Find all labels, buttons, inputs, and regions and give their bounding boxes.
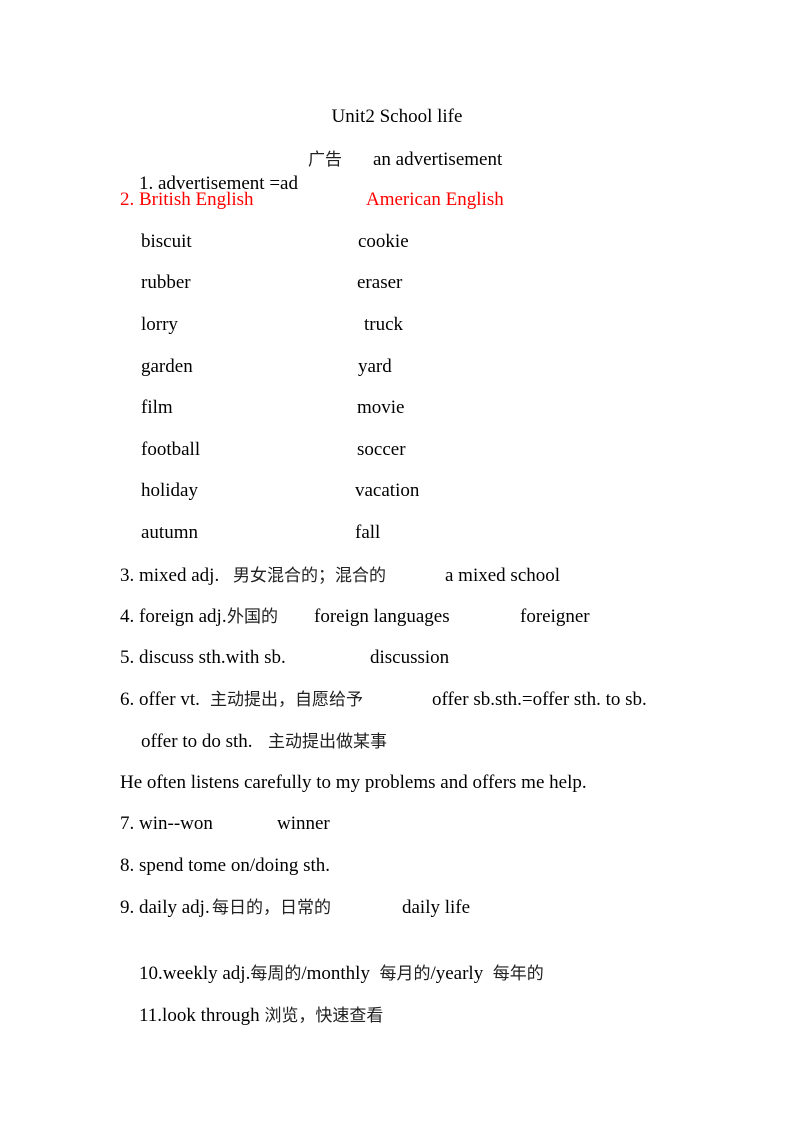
item-3-example: a mixed school bbox=[445, 565, 561, 586]
item-4-cn: 外国的 bbox=[227, 607, 278, 627]
item-9-example: daily life bbox=[402, 897, 471, 918]
american-word: eraser bbox=[357, 272, 403, 293]
item-5-term: 5. discuss sth.with sb. bbox=[120, 647, 286, 668]
item-1-cn: 广告 bbox=[308, 150, 342, 170]
american-word: cookie bbox=[358, 231, 409, 252]
american-word: movie bbox=[357, 397, 405, 418]
item-11: 11.look through 浏览，快速查看 bbox=[120, 980, 383, 1052]
item-6-cn: 主动提出，自愿给予 bbox=[210, 690, 363, 710]
item-10-monthly-cn: 每月的 bbox=[379, 964, 431, 984]
item-7-extra: winner bbox=[277, 813, 330, 834]
example-sentence: He often listens carefully to my problem… bbox=[120, 772, 587, 793]
american-word: yard bbox=[358, 356, 392, 377]
item-4-term: 4. foreign adj. bbox=[120, 606, 227, 627]
item-10-yearly-cn: 每年的 bbox=[492, 964, 544, 984]
item-9-cn: 每日的，日常的 bbox=[212, 898, 331, 918]
item-11-cn: 浏览，快速查看 bbox=[264, 1006, 384, 1026]
item-6-sub-term: offer to do sth. bbox=[141, 731, 253, 752]
british-word: football bbox=[141, 439, 201, 460]
item-4-example: foreign languages bbox=[314, 606, 450, 627]
british-word: rubber bbox=[141, 272, 191, 293]
item-9-term: 9. daily adj. bbox=[120, 897, 210, 918]
item-6-example: offer sb.sth.=offer sth. to sb. bbox=[432, 689, 647, 710]
british-word: garden bbox=[141, 356, 193, 377]
item-6-term: 6. offer vt. bbox=[120, 689, 200, 710]
item-10-yearly: /yearly bbox=[430, 963, 484, 984]
british-word: holiday bbox=[141, 480, 198, 501]
american-word: soccer bbox=[357, 439, 406, 460]
item-3-term: 3. mixed adj. bbox=[120, 565, 220, 586]
item-2-american-heading: American English bbox=[366, 189, 504, 210]
item-6-sub-cn: 主动提出做某事 bbox=[268, 732, 387, 752]
page-title: Unit2 School life bbox=[331, 106, 463, 127]
item-11-term: 11.look through bbox=[139, 1005, 260, 1026]
american-word: vacation bbox=[355, 480, 420, 501]
british-word: lorry bbox=[141, 314, 178, 335]
item-4-extra: foreigner bbox=[520, 606, 590, 627]
american-word: truck bbox=[364, 314, 404, 335]
item-3-cn: 男女混合的；混合的 bbox=[233, 566, 386, 586]
item-7-term: 7. win--won bbox=[120, 813, 213, 834]
item-2-british-heading: 2. British English bbox=[120, 189, 254, 210]
item-5-extra: discussion bbox=[370, 647, 450, 668]
item-1-example: an advertisement bbox=[373, 149, 503, 170]
item-8-term: 8. spend tome on/doing sth. bbox=[120, 855, 331, 876]
american-word: fall bbox=[355, 522, 381, 543]
british-word: film bbox=[141, 397, 173, 418]
british-word: biscuit bbox=[141, 231, 192, 252]
british-word: autumn bbox=[141, 522, 198, 543]
